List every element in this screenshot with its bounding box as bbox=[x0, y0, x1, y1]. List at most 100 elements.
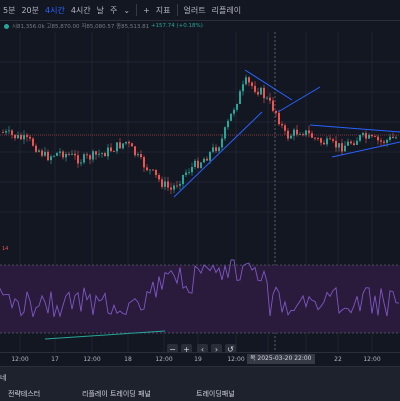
candle-body bbox=[347, 141, 349, 146]
candle-body bbox=[269, 97, 271, 101]
candle-body bbox=[209, 151, 211, 161]
candle-body bbox=[272, 100, 274, 111]
crosshair-time-label: 목 2025-03-20 22:00 bbox=[247, 354, 315, 364]
candle-body bbox=[164, 181, 166, 187]
candle-body bbox=[29, 136, 31, 139]
candle-body bbox=[254, 85, 256, 92]
candle-body bbox=[44, 151, 46, 156]
candle-body bbox=[284, 125, 286, 131]
rsi-pane bbox=[0, 259, 400, 340]
candle-body bbox=[161, 179, 163, 187]
candle-body bbox=[326, 138, 328, 145]
bottom-tab-partial[interactable]: 네 bbox=[0, 373, 6, 383]
candle-body bbox=[248, 77, 250, 83]
candle-body bbox=[119, 142, 121, 149]
candle-body bbox=[359, 134, 361, 141]
candle-body bbox=[5, 131, 7, 133]
candle-body bbox=[377, 136, 379, 141]
ohlc-high: 고85,870.00 bbox=[46, 24, 80, 30]
candle-body bbox=[338, 143, 340, 148]
candle-body bbox=[383, 141, 385, 143]
candle-body bbox=[245, 77, 247, 85]
candle-body bbox=[206, 158, 208, 161]
candle-body bbox=[320, 138, 322, 143]
candle-body bbox=[98, 153, 100, 155]
toolbar-item[interactable]: 4시간 bbox=[42, 5, 68, 16]
ohlc-close: 종85,513.81 bbox=[116, 24, 150, 30]
candle-body bbox=[35, 145, 37, 152]
candle-body bbox=[14, 134, 16, 139]
candle-body bbox=[68, 153, 70, 155]
candle-body bbox=[257, 91, 259, 95]
triangle-upper bbox=[309, 124, 400, 133]
candle-body bbox=[365, 133, 367, 139]
toolbar-item[interactable]: 얼러트 bbox=[181, 5, 209, 16]
candle-body bbox=[65, 153, 67, 158]
toolbar-item[interactable]: + bbox=[140, 6, 153, 15]
candle-body bbox=[152, 169, 154, 171]
toolbar-item[interactable]: 지표 bbox=[153, 5, 174, 16]
candle-body bbox=[380, 140, 382, 142]
candle-body bbox=[224, 127, 226, 139]
tab-replay-trading[interactable]: 리플레이 트레이딩 패널 bbox=[82, 389, 151, 399]
candle-body bbox=[23, 135, 25, 140]
candle-body bbox=[314, 137, 316, 139]
tab-strategy-tester[interactable]: 전략테스터 bbox=[8, 389, 40, 399]
toolbar-item[interactable]: 날 bbox=[94, 5, 107, 16]
candle-body bbox=[239, 91, 241, 105]
candle-body bbox=[275, 110, 277, 113]
toolbar-item[interactable]: 4시간 bbox=[68, 5, 94, 16]
candle-body bbox=[227, 120, 229, 128]
trendline-breakout bbox=[277, 86, 321, 113]
candle-body bbox=[140, 154, 142, 158]
ohlc-legend: 시81,356.0k 고85,870.00 저85,080.57 종85,513… bbox=[0, 20, 203, 32]
candle-body bbox=[263, 87, 265, 99]
candle-body bbox=[260, 87, 262, 95]
candle-body bbox=[170, 187, 172, 190]
candle-body bbox=[341, 143, 343, 152]
candle-body bbox=[290, 135, 292, 139]
candle-body bbox=[56, 152, 58, 156]
candle-body bbox=[158, 175, 160, 180]
candle-body bbox=[299, 134, 301, 135]
bottom-panel-tabs: 네 전략테스터 리플레이 트레이딩 패널 트레이딩패널 bbox=[0, 366, 400, 401]
time-tick: 12:00 bbox=[83, 356, 101, 363]
rsi-label: 14 bbox=[2, 246, 8, 252]
candle-body bbox=[125, 141, 127, 144]
candle-body bbox=[233, 109, 235, 114]
time-axis: 12:001712:001812:001912:002012:002212:00 bbox=[0, 352, 400, 367]
candle-body bbox=[371, 134, 373, 137]
time-tick: 12:00 bbox=[11, 356, 29, 363]
candle-body bbox=[50, 156, 52, 161]
candle-body bbox=[134, 146, 136, 156]
candle-body bbox=[176, 185, 178, 187]
candle-body bbox=[179, 184, 181, 186]
tab-trading-panel[interactable]: 트레이딩패널 bbox=[196, 389, 235, 399]
candle-body bbox=[323, 142, 325, 145]
toolbar-item[interactable]: 주 bbox=[107, 5, 120, 16]
candle-body bbox=[194, 160, 196, 167]
toolbar-item[interactable]: 5분 bbox=[0, 5, 18, 16]
candle-body bbox=[137, 154, 139, 156]
candle-body bbox=[311, 133, 313, 138]
price-chart[interactable]: 14 bbox=[0, 32, 400, 352]
candle-body bbox=[266, 97, 268, 99]
candle-body bbox=[107, 147, 109, 157]
candle-body bbox=[335, 140, 337, 148]
candle-body bbox=[200, 162, 202, 168]
candle-body bbox=[17, 135, 19, 139]
candle-body bbox=[38, 150, 40, 152]
candle-body bbox=[251, 82, 253, 86]
toolbar-item[interactable]: ⌄ bbox=[120, 6, 133, 15]
toolbar-item[interactable]: 리플레이 bbox=[209, 5, 244, 16]
candle-body bbox=[155, 169, 157, 176]
candle-body bbox=[305, 130, 307, 136]
candle-body bbox=[317, 138, 319, 139]
candle-body bbox=[278, 112, 280, 125]
candle-body bbox=[362, 133, 364, 135]
candle-body bbox=[32, 138, 34, 146]
candle-body bbox=[191, 166, 193, 173]
candle-body bbox=[344, 145, 346, 152]
toolbar-item[interactable]: 20분 bbox=[18, 5, 42, 16]
candle-body bbox=[143, 157, 145, 168]
